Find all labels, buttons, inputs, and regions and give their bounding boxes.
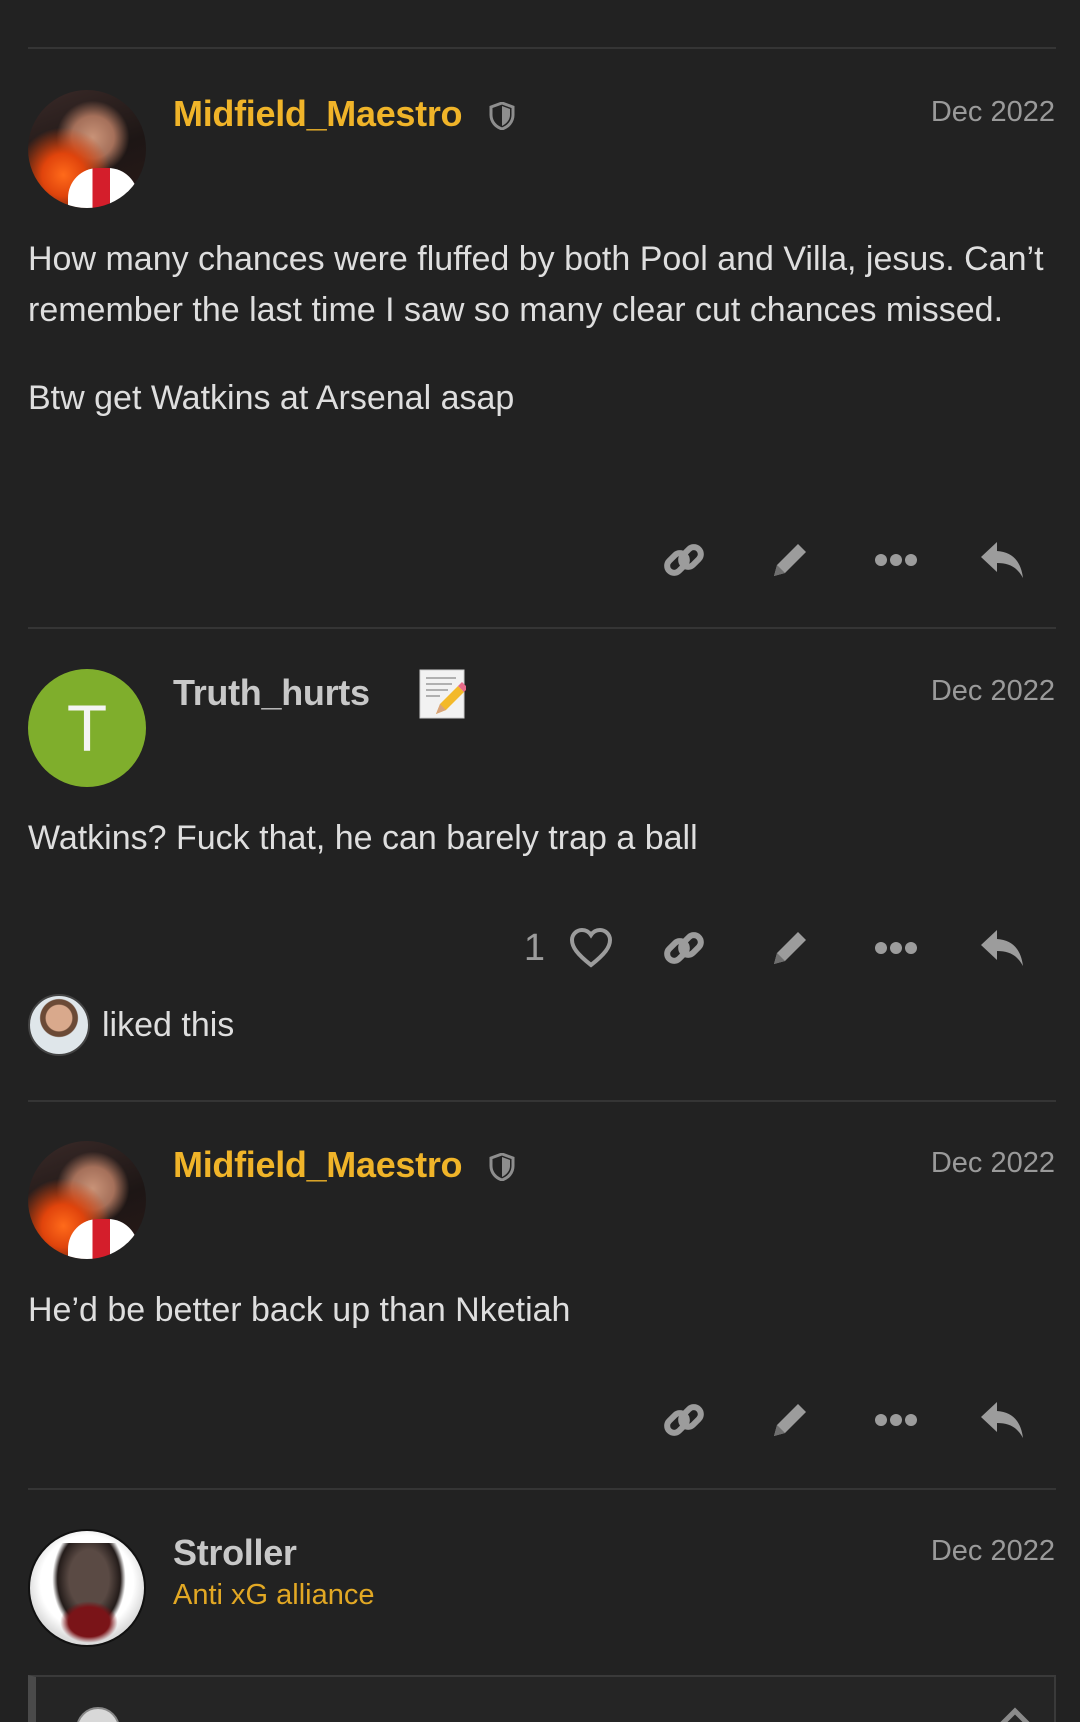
- ellipsis-icon: [875, 1414, 917, 1426]
- reply-icon: [981, 1402, 1023, 1438]
- quote-block[interactable]: [28, 1675, 1056, 1722]
- liker-avatar[interactable]: [28, 994, 90, 1056]
- user-avatar[interactable]: [28, 90, 146, 208]
- edit-button[interactable]: [737, 530, 843, 590]
- link-icon: [664, 544, 704, 576]
- copy-link-button[interactable]: [631, 1390, 737, 1450]
- more-options-button[interactable]: [843, 1390, 949, 1450]
- reply-icon: [981, 542, 1023, 578]
- link-icon: [664, 1404, 704, 1436]
- post-date[interactable]: Dec 2022: [931, 675, 1055, 708]
- reply-button[interactable]: [949, 530, 1055, 590]
- user-avatar[interactable]: [28, 1141, 146, 1259]
- user-avatar[interactable]: T: [28, 669, 146, 787]
- user-avatar[interactable]: [28, 1529, 146, 1647]
- post-date[interactable]: Dec 2022: [931, 96, 1055, 129]
- topic-stream: Midfield_Maestro Dec 2022 How many chanc…: [0, 0, 1080, 1722]
- quote-avatar: [76, 1707, 120, 1722]
- username-link[interactable]: Midfield_Maestro: [173, 1144, 463, 1186]
- post-paragraph: Btw get Watkins at Arsenal asap: [28, 379, 515, 417]
- pencil-icon: [774, 544, 806, 576]
- ellipsis-icon: [875, 554, 917, 566]
- post-body: He’d be better back up than Nketiah: [28, 1285, 1058, 1373]
- copy-link-button[interactable]: [631, 918, 737, 978]
- post-divider: [28, 1100, 1056, 1102]
- post-divider: [28, 627, 1056, 629]
- post-actions: [631, 530, 1055, 590]
- post-divider: [28, 1488, 1056, 1490]
- post-divider: [28, 47, 1056, 49]
- post-date[interactable]: Dec 2022: [931, 1535, 1055, 1568]
- shield-icon: [489, 102, 515, 130]
- like-control: 1: [524, 918, 623, 978]
- post-body: Watkins? Fuck that, he can barely trap a…: [28, 813, 1058, 901]
- reply-button[interactable]: [949, 918, 1055, 978]
- user-title: Anti xG alliance: [173, 1579, 375, 1611]
- post-actions: 1: [524, 918, 1055, 978]
- pencil-icon: [774, 1404, 806, 1436]
- username-link[interactable]: Stroller: [173, 1532, 297, 1574]
- pencil-icon: [774, 932, 806, 964]
- like-count[interactable]: 1: [524, 927, 545, 970]
- liked-text: liked this: [102, 1005, 235, 1044]
- post-paragraph: How many chances were fluffed by both Po…: [28, 240, 1044, 329]
- post-body: How many chances were fluffed by both Po…: [28, 234, 1058, 461]
- copy-link-button[interactable]: [631, 530, 737, 590]
- reply-icon: [981, 930, 1023, 966]
- chevron-up-icon[interactable]: [998, 1707, 1032, 1722]
- post-paragraph: He’d be better back up than Nketiah: [28, 1291, 571, 1329]
- liked-by-row: liked this: [28, 994, 234, 1056]
- ellipsis-icon: [875, 942, 917, 954]
- like-button[interactable]: [559, 918, 623, 978]
- more-options-button[interactable]: [843, 530, 949, 590]
- memo-icon: [419, 669, 466, 719]
- post-date[interactable]: Dec 2022: [931, 1147, 1055, 1180]
- heart-icon: [569, 928, 613, 968]
- username-link[interactable]: Midfield_Maestro: [173, 93, 463, 135]
- more-options-button[interactable]: [843, 918, 949, 978]
- shield-icon: [489, 1153, 515, 1181]
- post-paragraph: Watkins? Fuck that, he can barely trap a…: [28, 819, 698, 857]
- username-link[interactable]: Truth_hurts: [173, 672, 370, 714]
- reply-button[interactable]: [949, 1390, 1055, 1450]
- edit-button[interactable]: [737, 1390, 843, 1450]
- post-actions: [631, 1390, 1055, 1450]
- edit-button[interactable]: [737, 918, 843, 978]
- link-icon: [664, 932, 704, 964]
